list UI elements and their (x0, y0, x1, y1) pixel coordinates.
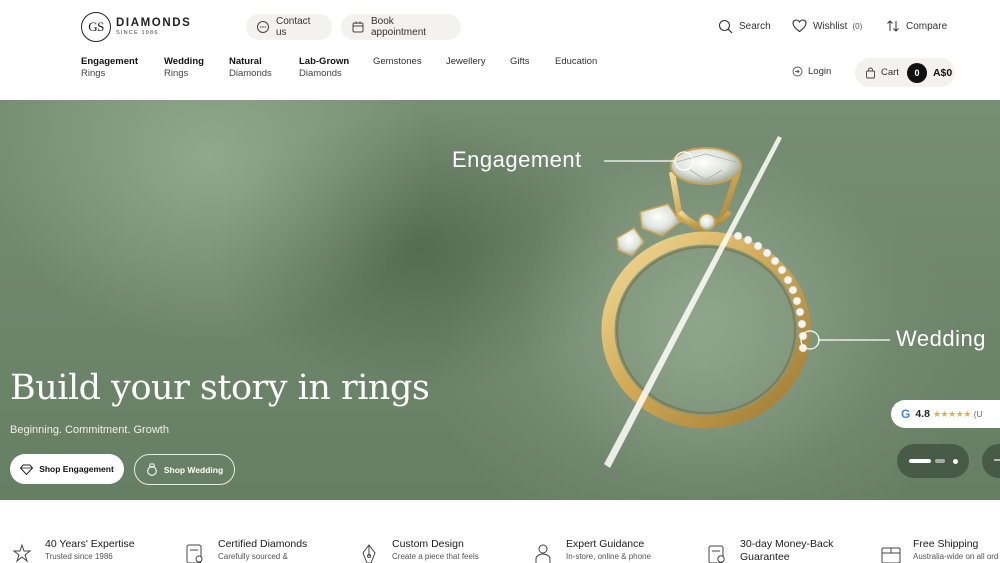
feature-guidance: Expert Guidance In-store, online & phone (533, 538, 651, 563)
ring-icon (146, 463, 158, 476)
center-diamond (670, 147, 742, 185)
nav-natural-diamonds[interactable]: Natural Diamonds (229, 56, 299, 79)
diamond-icon (20, 464, 34, 475)
logo-monogram: GS (81, 12, 111, 42)
brand-logo[interactable]: GS DIAMONDS SINCE 1986 (81, 12, 191, 42)
rating-suffix: (U (973, 409, 983, 419)
bag-icon (865, 67, 876, 79)
nav-lab-grown-diamonds[interactable]: Lab-Grown Diamonds (299, 56, 373, 79)
money-back-icon (707, 543, 729, 563)
wishlist-button[interactable]: Wishlist (0) (792, 19, 862, 33)
slide-dot-active[interactable] (908, 459, 931, 463)
search-label: Search (739, 21, 771, 32)
main-nav: Engagement Rings Wedding Rings Natural D… (81, 56, 625, 79)
book-appointment-button[interactable]: Book appointment (341, 14, 461, 40)
logo-name: DIAMONDS (116, 16, 192, 29)
rating-value: 4.8 (915, 408, 930, 420)
compare-button[interactable]: Compare (886, 19, 947, 33)
calendar-icon (351, 20, 365, 34)
compare-arrows-icon (886, 19, 900, 33)
nav-wedding-rings[interactable]: Wedding Rings (164, 56, 229, 79)
feature-expertise: 40 Years' Expertise Trusted since 1986 (12, 538, 135, 563)
heart-icon (792, 19, 807, 33)
diamond-star-icon (12, 543, 34, 563)
rating-stars: ★★★★★ (932, 408, 971, 419)
autoplay-dot[interactable] (952, 458, 958, 464)
engagement-callout-label: Engagement (452, 147, 582, 172)
nav-education[interactable]: Education (555, 56, 625, 79)
cart-total: A$0 (932, 66, 953, 79)
nav-jewellery[interactable]: Jewellery (446, 56, 510, 79)
pen-nib-icon (359, 543, 381, 563)
nav-gemstones[interactable]: Gemstones (373, 56, 446, 79)
search-button[interactable]: Search (718, 19, 771, 34)
chat-icon (256, 20, 270, 34)
shop-engagement-label: Shop Engagement (39, 464, 114, 474)
login-icon (792, 66, 803, 77)
logo-since: SINCE 1986 (116, 30, 159, 36)
feature-shipping: Free Shipping Australia-wide on all ord (880, 538, 998, 563)
search-icon (718, 19, 733, 34)
features-strip: 40 Years' Expertise Trusted since 1986 C… (0, 500, 1000, 563)
wishlist-label: Wishlist (813, 20, 848, 32)
nav-engagement-rings[interactable]: Engagement Rings (81, 56, 164, 79)
site-header: GS DIAMONDS SINCE 1986 Contact us Book a… (0, 0, 1000, 100)
google-icon: G (901, 407, 911, 421)
feature-certified: Certified Diamonds Carefully sourced & (185, 538, 307, 563)
arrow-right-icon (994, 454, 1000, 468)
shop-engagement-button[interactable]: Shop Engagement (10, 454, 124, 484)
contact-label: Contact us (276, 16, 311, 38)
hero-title: Build your story in rings (10, 368, 430, 408)
slide-dot[interactable] (934, 459, 945, 463)
hero-subtitle: Beginning. Commitment. Growth (10, 424, 169, 436)
ring-glow (516, 145, 896, 485)
cart-label: Cart (881, 67, 899, 78)
person-icon (533, 543, 555, 563)
box-icon (880, 543, 902, 563)
shop-wedding-label: Shop Wedding (163, 464, 224, 475)
google-rating-badge[interactable]: G 4.8 ★★★★★ (U (891, 400, 1000, 428)
nav-gifts[interactable]: Gifts (510, 56, 555, 79)
login-button[interactable]: Login (792, 66, 831, 77)
contact-button[interactable]: Contact us (246, 14, 332, 40)
feature-money-back: 30-day Money-Back Guarantee (707, 538, 833, 563)
compare-label: Compare (906, 20, 948, 32)
cart-count-badge: 0 (906, 62, 927, 83)
slide-indicator[interactable] (897, 444, 969, 478)
wedding-callout-label: Wedding (896, 326, 986, 351)
feature-custom-design: Custom Design Create a piece that feels (359, 538, 479, 563)
wishlist-count: (0) (852, 21, 863, 31)
login-label: Login (808, 66, 832, 77)
hero-banner: Engagement Wedding Build your story in r… (0, 100, 1000, 500)
certificate-icon (185, 543, 207, 563)
cart-button[interactable]: Cart 0 A$0 (855, 58, 955, 87)
book-label: Book appointment (371, 16, 427, 38)
shop-wedding-button[interactable]: Shop Wedding (134, 454, 235, 485)
